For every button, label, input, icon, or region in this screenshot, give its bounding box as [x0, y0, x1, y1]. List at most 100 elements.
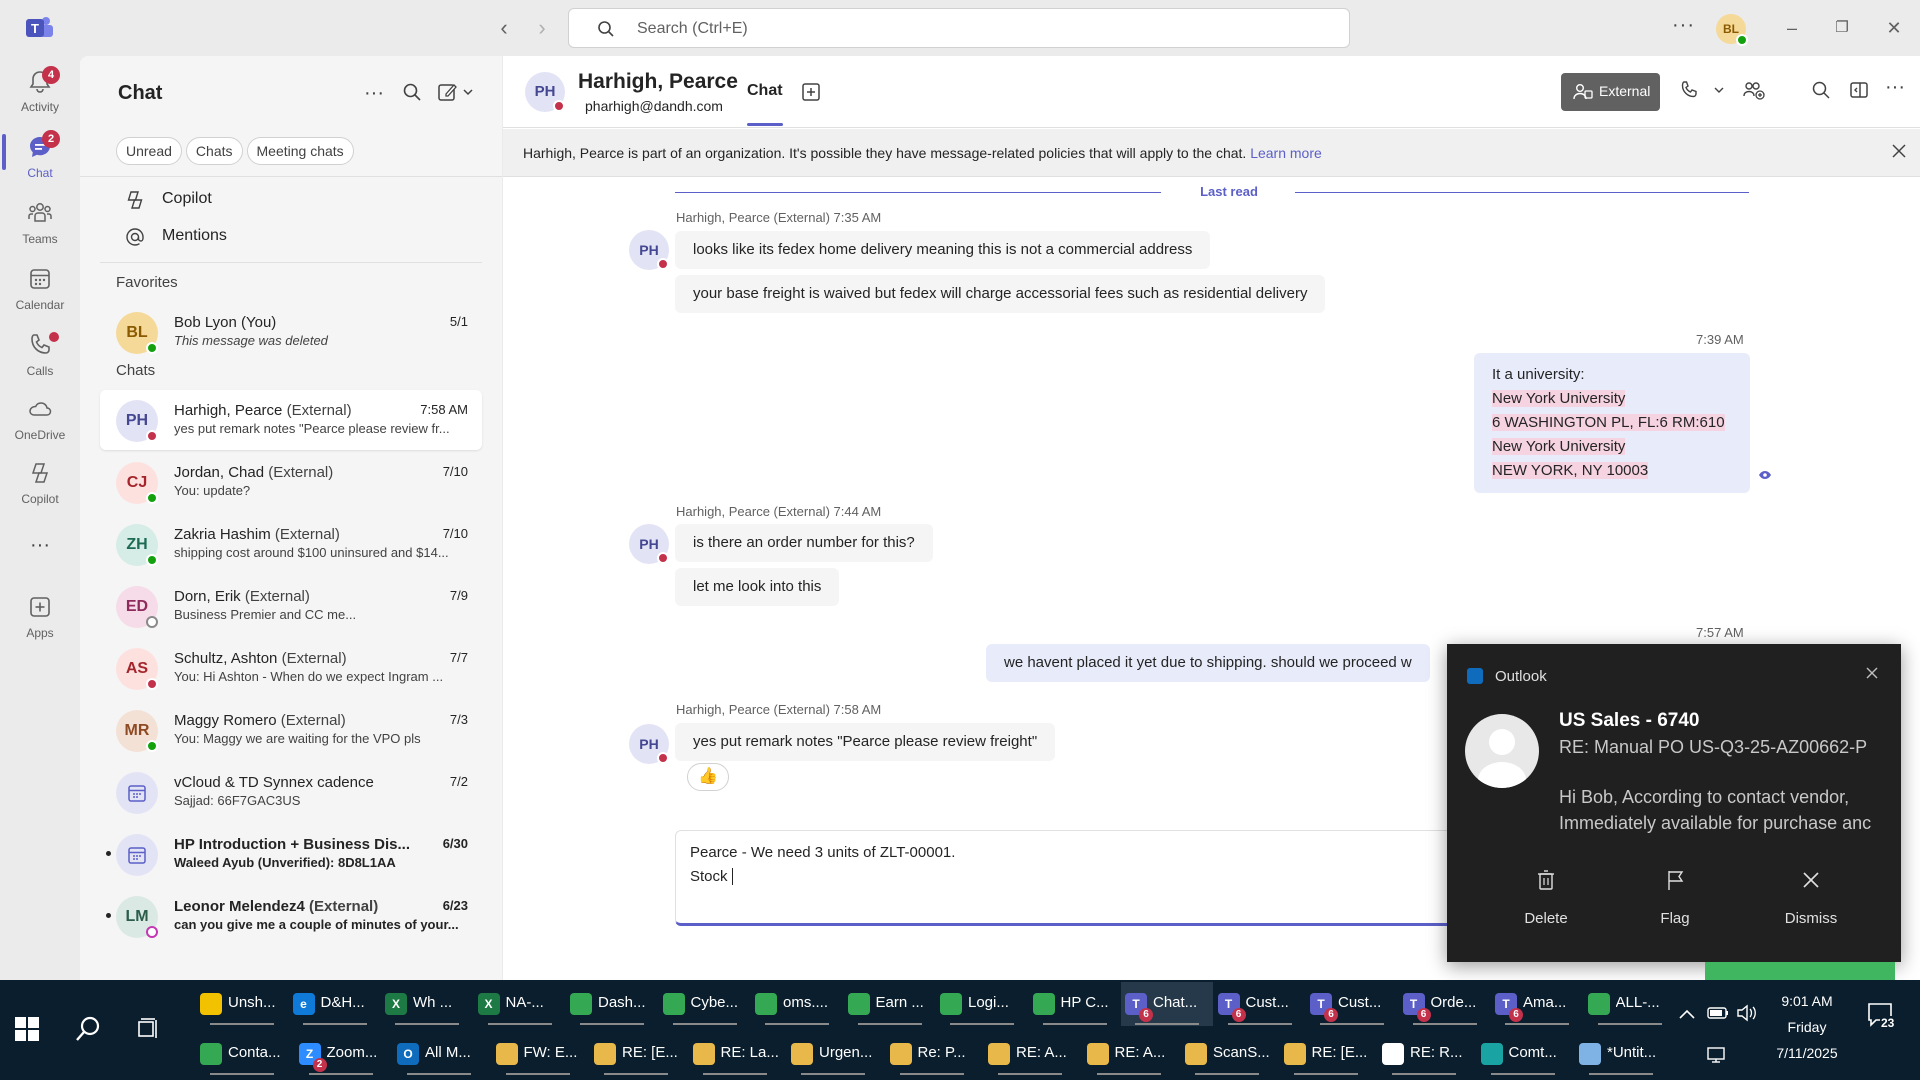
my-message-bubble[interactable]: we havent placed it yet due to shipping.…	[986, 644, 1430, 682]
add-people-icon[interactable]	[1743, 80, 1765, 100]
sender-avatar[interactable]: PH	[629, 230, 669, 270]
external-button[interactable]: External	[1561, 73, 1660, 111]
filter-unread[interactable]: Unread	[116, 137, 182, 165]
chat-item-leonor-melendez[interactable]: LM Leonor Melendez4 (External) 6/23 can …	[100, 886, 482, 946]
battery-power-icon[interactable]	[1706, 1004, 1730, 1022]
network-icon[interactable]	[1706, 1046, 1728, 1064]
chat-item-schultz-ashton[interactable]: AS Schultz, Ashton (External) 7/7 You: H…	[100, 638, 482, 698]
taskbar-app-button[interactable]: Logi...	[936, 982, 1028, 1026]
settings-more-button[interactable]: ···	[1672, 14, 1695, 37]
taskbar-app-button[interactable]: RE: A...	[1083, 1032, 1175, 1076]
dismiss-button[interactable]: Dismiss	[1751, 862, 1871, 932]
filter-chats[interactable]: Chats	[185, 137, 243, 165]
rail-calendar[interactable]: Calendar	[0, 260, 80, 320]
learn-more-link[interactable]: Learn more	[1250, 145, 1322, 161]
rail-calls[interactable]: Calls	[0, 326, 80, 386]
taskbar-app-button[interactable]: T 6 Ama...	[1491, 982, 1583, 1026]
minimize-icon[interactable]: –	[1780, 16, 1804, 40]
user-avatar[interactable]: BL	[1716, 14, 1748, 46]
taskbar-app-button[interactable]: Earn ...	[844, 982, 936, 1026]
taskbar-app-button[interactable]: Cybe...	[659, 982, 751, 1026]
chat-item-zakria-hashim[interactable]: ZH Zakria Hashim (External) 7/10 shippin…	[100, 514, 482, 574]
taskbar-app-button[interactable]: X NA-...	[474, 982, 566, 1026]
rail-activity[interactable]: 4 Activity	[0, 62, 80, 122]
taskbar-app-button[interactable]: Urgen...	[787, 1032, 879, 1076]
taskbar-app-button[interactable]: T 6 Chat...	[1121, 982, 1213, 1026]
chat-item-jordan-chad[interactable]: CJ Jordan, Chad (External) 7/10 You: upd…	[100, 452, 482, 512]
search-input[interactable]	[637, 17, 1317, 41]
rail-copilot[interactable]: Copilot	[0, 454, 80, 514]
rail-more-apps[interactable]: ···	[0, 532, 80, 562]
close-toast-icon[interactable]	[1865, 666, 1879, 680]
sender-avatar[interactable]: PH	[629, 524, 669, 564]
search-box[interactable]	[568, 8, 1350, 48]
close-window-icon[interactable]: ✕	[1882, 16, 1906, 40]
chat-item-harhigh-pearce[interactable]: PH Harhigh, Pearce (External) 7:58 AM ye…	[100, 390, 482, 450]
message-bubble[interactable]: let me look into this	[675, 568, 840, 606]
message-bubble[interactable]: is there an order number for this?	[675, 524, 933, 562]
taskbar-app-button[interactable]: Re: P...	[886, 1032, 978, 1076]
contact-avatar[interactable]: PH	[525, 72, 565, 112]
favorites-heading[interactable]: Favorites	[116, 274, 178, 291]
taskbar-app-button[interactable]: Dash...	[566, 982, 658, 1026]
taskbar-app-button[interactable]: *Untit...	[1575, 1032, 1667, 1076]
taskbar-app-button[interactable]: ALL-...	[1584, 982, 1676, 1026]
taskbar-app-button[interactable]: RE: A...	[984, 1032, 1076, 1076]
message-bubble[interactable]: yes put remark notes "Pearce please revi…	[675, 723, 1056, 761]
outlook-notification[interactable]: Outlook US Sales - 6740 RE: Manual PO US…	[1447, 644, 1901, 962]
forward-icon[interactable]: ›	[528, 14, 556, 42]
chat-item-vcloud-td-synnex[interactable]: vCloud & TD Synnex cadence 7/2 Sajjad: 6…	[100, 762, 482, 822]
new-chat-icon[interactable]	[438, 82, 478, 102]
tab-chat[interactable]: Chat	[747, 82, 783, 100]
open-side-panel-icon[interactable]	[1849, 80, 1869, 100]
taskbar-app-button[interactable]: Z 2 Zoom...	[295, 1032, 387, 1076]
taskbar-app-button[interactable]: FW: E...	[492, 1032, 584, 1076]
taskbar-app-button[interactable]: O All M...	[393, 1032, 485, 1076]
show-hidden-icons-chevron[interactable]	[1678, 1008, 1696, 1020]
chat-item-dorn-erik[interactable]: ED Dorn, Erik (External) 7/9 Business Pr…	[100, 576, 482, 636]
taskbar-app-button[interactable]: T 6 Cust...	[1306, 982, 1398, 1026]
system-clock[interactable]: 9:01 AM Friday 7/11/2025	[1760, 988, 1854, 1066]
taskbar-app-button[interactable]: Conta...	[196, 1032, 288, 1076]
add-tab-icon[interactable]	[801, 82, 821, 102]
flag-button[interactable]: Flag	[1615, 862, 1735, 932]
taskbar-app-button[interactable]: X Wh ...	[381, 982, 473, 1026]
windows-start-icon[interactable]	[14, 1016, 40, 1042]
sender-avatar[interactable]: PH	[629, 724, 669, 764]
call-options-chevron-icon[interactable]	[1713, 84, 1725, 96]
find-in-chat-icon[interactable]	[1811, 80, 1831, 100]
message-bubble[interactable]: your base freight is waived but fedex wi…	[675, 275, 1326, 313]
taskbar-app-button[interactable]: e D&H...	[289, 982, 381, 1026]
taskbar-app-button[interactable]: HP C...	[1029, 982, 1121, 1026]
taskbar-app-button[interactable]: RE: La...	[689, 1032, 781, 1076]
close-banner-icon[interactable]	[1890, 142, 1908, 160]
taskbar-app-button[interactable]: RE: [E...	[1280, 1032, 1372, 1076]
thumbs-up-reaction[interactable]: 👍	[687, 763, 729, 791]
chat-item-hp-introduction[interactable]: HP Introduction + Business Dis... 6/30 W…	[100, 824, 482, 884]
taskbar-search-icon[interactable]	[74, 1014, 104, 1044]
message-bubble[interactable]: looks like its fedex home delivery meani…	[675, 231, 1211, 269]
chats-heading[interactable]: Chats	[116, 362, 155, 379]
taskbar-app-button[interactable]: RE: [E...	[590, 1032, 682, 1076]
taskbar-app-button[interactable]: T 6 Orde...	[1399, 982, 1491, 1026]
task-view-icon[interactable]	[136, 1016, 162, 1042]
notification-center-icon[interactable]: 23	[1866, 1000, 1896, 1030]
contact-name[interactable]: Harhigh, Pearce	[578, 70, 738, 94]
taskbar-app-button[interactable]: RE: R...	[1378, 1032, 1470, 1076]
taskbar-app-button[interactable]: oms....	[751, 982, 843, 1026]
taskbar-app-button[interactable]: Unsh...	[196, 982, 288, 1026]
volume-icon[interactable]	[1736, 1004, 1758, 1022]
rail-onedrive[interactable]: OneDrive	[0, 390, 80, 450]
rail-chat[interactable]: 2 Chat	[0, 128, 80, 188]
taskbar-app-button[interactable]: ScanS...	[1181, 1032, 1273, 1076]
call-icon[interactable]	[1679, 80, 1699, 100]
filter-meeting-chats[interactable]: Meeting chats	[246, 137, 354, 165]
taskbar-app-button[interactable]: T 6 Cust...	[1214, 982, 1306, 1026]
rail-apps[interactable]: Apps	[0, 588, 80, 648]
more-options-icon[interactable]: ···	[1885, 76, 1905, 99]
back-icon[interactable]: ‹	[490, 14, 518, 42]
chat-item-bob-lyon[interactable]: BL Bob Lyon (You) 5/1 This message was d…	[100, 302, 482, 362]
chat-item-maggy-romero[interactable]: MR Maggy Romero (External) 7/3 You: Magg…	[100, 700, 482, 760]
delete-button[interactable]: Delete	[1486, 862, 1606, 932]
more-options-icon[interactable]: ···	[364, 82, 384, 105]
